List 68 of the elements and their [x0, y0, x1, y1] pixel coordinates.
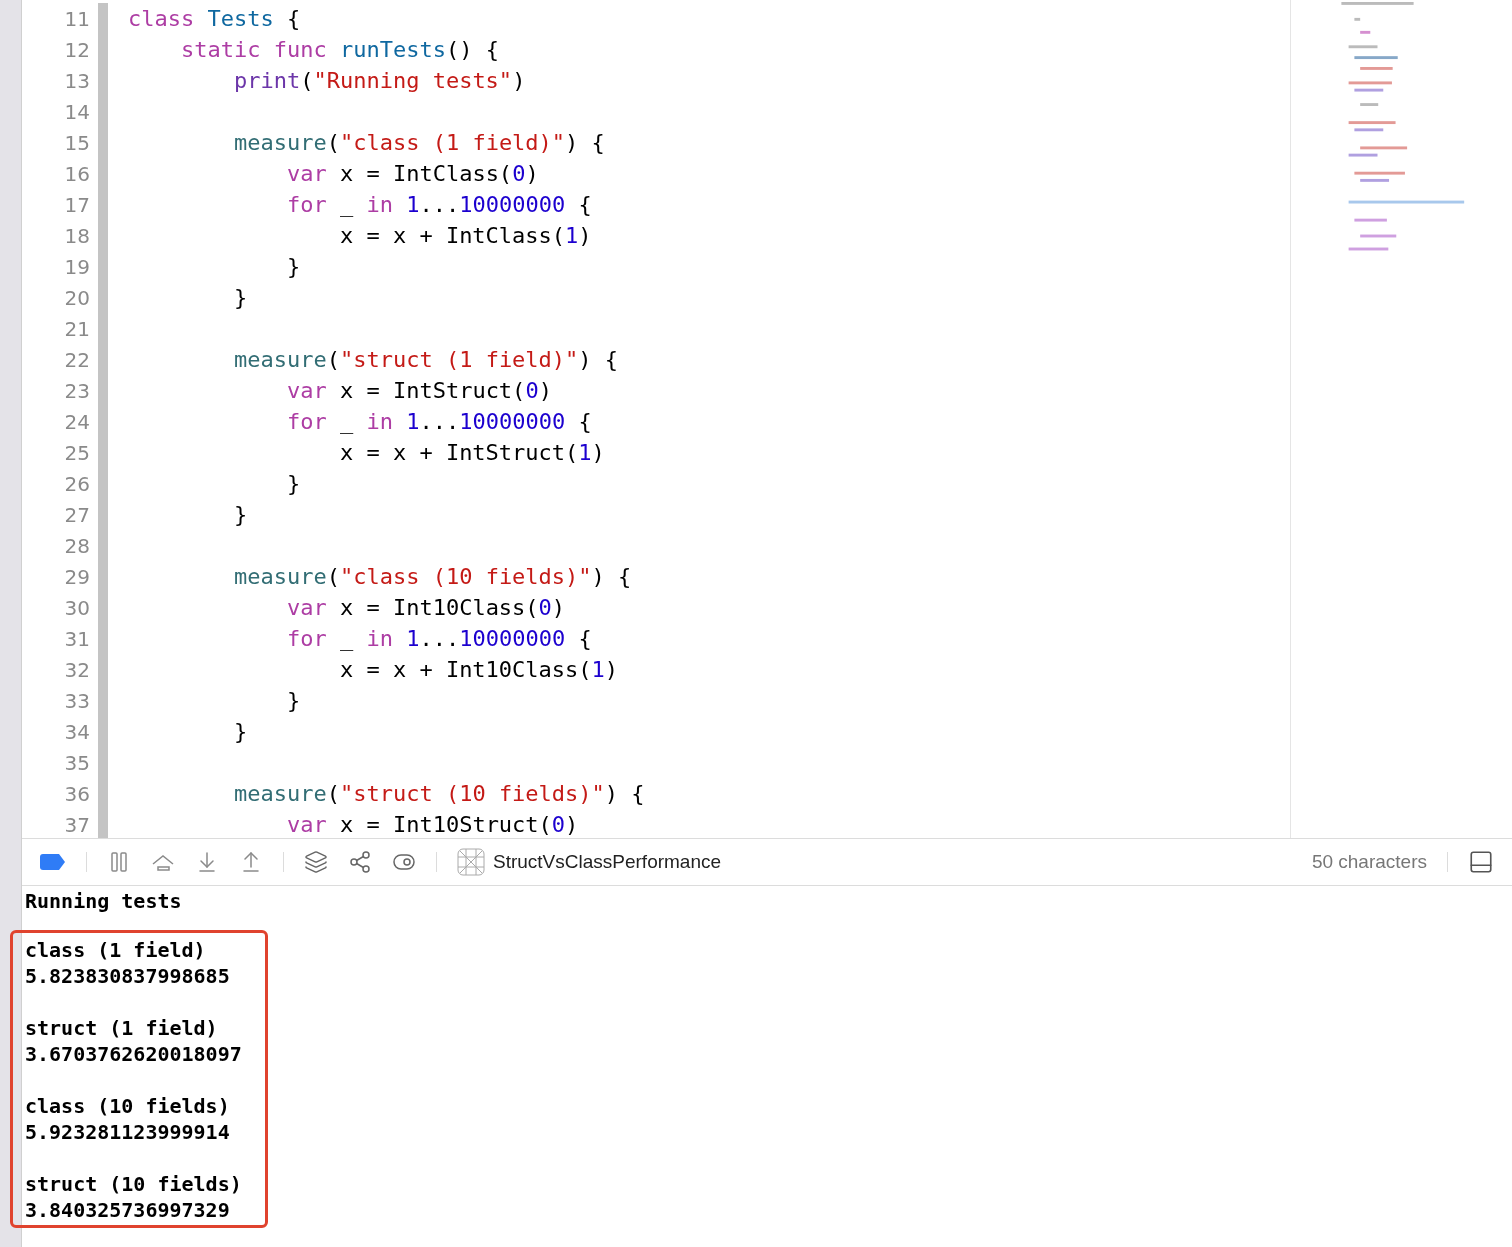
line-number: 19: [63, 253, 90, 281]
code-line: static func runTests() {: [179, 36, 499, 64]
code-line: for _ in 1...10000000 {: [285, 408, 592, 436]
character-count: 50 characters: [1311, 849, 1427, 874]
code-line: measure("struct (1 field)") {: [232, 346, 619, 374]
code-line: x = x + IntStruct(1): [338, 439, 605, 467]
line-number: 25: [63, 439, 90, 467]
line-number: 14: [63, 98, 90, 126]
code-line: }: [285, 253, 301, 281]
code-line: x = x + IntClass(1): [338, 222, 592, 250]
change-bar: [98, 3, 108, 34]
scheme-name[interactable]: StructVsClassPerformance: [493, 847, 722, 877]
graph-icon[interactable]: [348, 850, 372, 874]
line-number: 33: [63, 687, 90, 715]
code-line: var x = Int10Class(0): [285, 594, 566, 622]
line-number: 23: [63, 377, 90, 405]
console-line: 3.6703762620018097: [25, 1041, 243, 1067]
line-number: 12: [63, 36, 90, 64]
change-bar: [98, 809, 108, 838]
code-line: var x = IntStruct(0): [285, 377, 552, 405]
console-line: class (1 field): [25, 937, 207, 963]
line-number: 30: [63, 594, 90, 622]
console-line: 5.823830837998685: [25, 963, 231, 989]
code-line: for _ in 1...10000000 {: [285, 191, 592, 219]
code-line: x = x + Int10Class(1): [338, 656, 619, 684]
console-line: Running tests: [24, 888, 183, 915]
code-line: for _ in 1...10000000 {: [285, 625, 592, 653]
code-line: }: [232, 284, 248, 312]
code-line: }: [232, 501, 248, 529]
console-line: struct (1 field): [25, 1015, 219, 1041]
code-line: var x = IntClass(0): [285, 160, 539, 188]
line-number: 21: [63, 315, 90, 343]
layers-icon[interactable]: [304, 850, 328, 874]
line-number: 29: [63, 563, 90, 591]
breakpoint-icon[interactable]: [40, 854, 66, 870]
line-number: 32: [63, 656, 90, 684]
line-number: 31: [63, 625, 90, 653]
line-number: 20: [63, 284, 90, 312]
line-number: 27: [63, 501, 90, 529]
line-number: 18: [63, 222, 90, 250]
line-number: 24: [63, 408, 90, 436]
line-number: 26: [63, 470, 90, 498]
panel-toggle-icon[interactable]: [1468, 849, 1494, 875]
line-number: 13: [63, 67, 90, 95]
console-line: 5.923281123999914: [25, 1119, 231, 1145]
code-line: }: [232, 718, 248, 746]
code-line: }: [285, 470, 301, 498]
app-grid-icon: [457, 848, 485, 876]
code-line: }: [285, 687, 301, 715]
line-number: 28: [63, 532, 90, 560]
code-line: class Tests {: [128, 5, 301, 33]
console-line: 3.840325736997329: [25, 1197, 231, 1223]
line-number: 16: [63, 160, 90, 188]
line-number: 34: [63, 718, 90, 746]
line-number: 37: [63, 811, 90, 838]
code-line: measure("struct (10 fields)") {: [232, 780, 645, 808]
line-number: 15: [63, 129, 90, 157]
console-line: class (10 fields): [25, 1093, 231, 1119]
line-number: 17: [63, 191, 90, 219]
code-line: var x = Int10Struct(0): [285, 811, 579, 838]
line-number: 35: [63, 749, 90, 777]
line-number: 11: [63, 5, 90, 33]
console-line: struct (10 fields): [25, 1171, 243, 1197]
code-line: measure("class (10 fields)") {: [232, 563, 632, 591]
code-line: measure("class (1 field)") {: [232, 129, 605, 157]
code-line: print("Running tests"): [232, 67, 526, 95]
line-number: 36: [63, 780, 90, 808]
line-number: 22: [63, 346, 90, 374]
